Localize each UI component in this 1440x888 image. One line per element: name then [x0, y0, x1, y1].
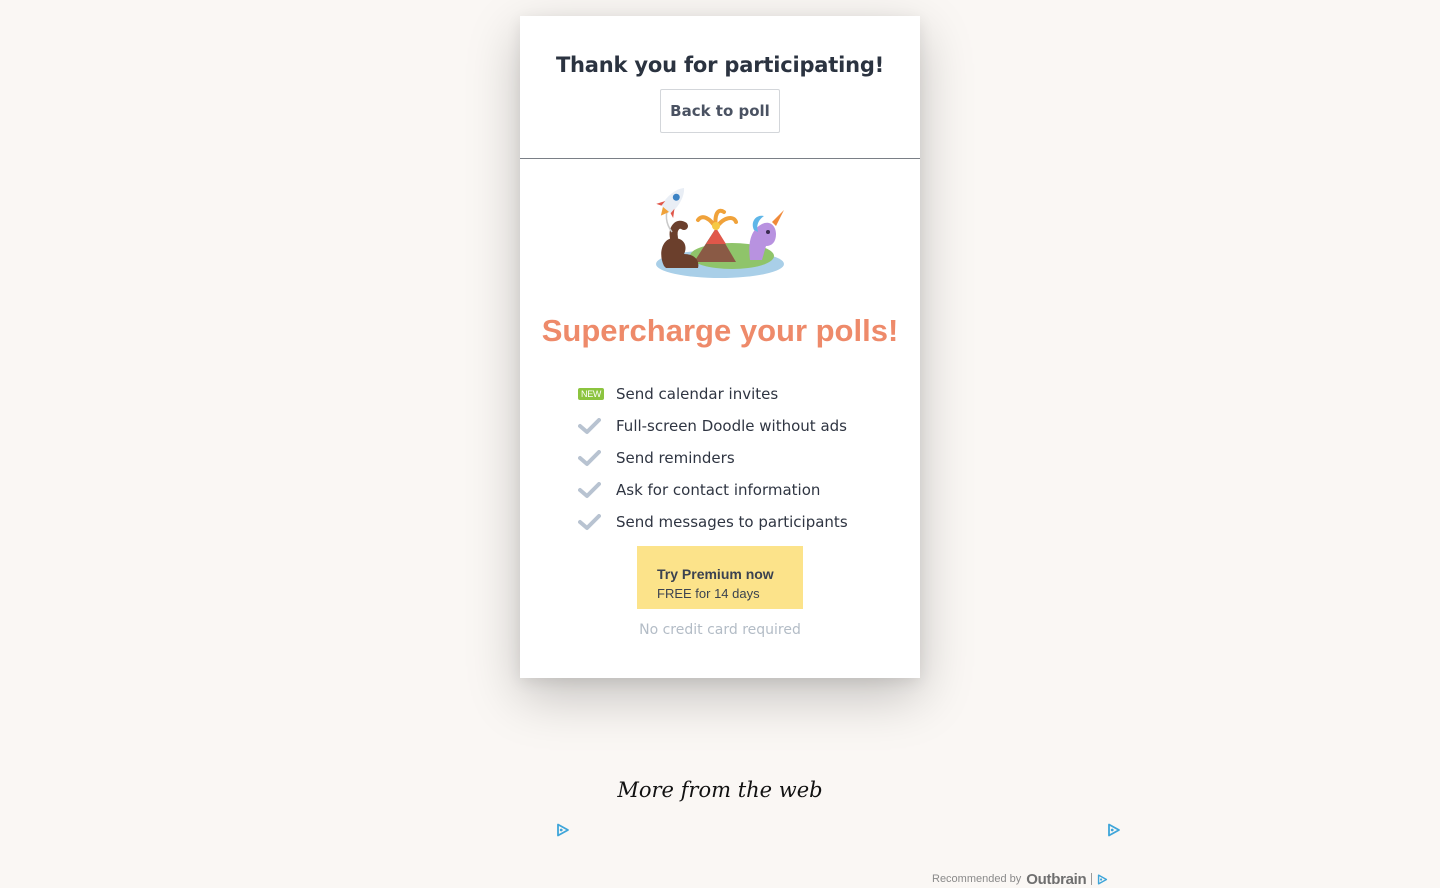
adchoices-icon[interactable]	[1107, 823, 1121, 837]
feature-item: Ask for contact information	[578, 474, 848, 506]
feature-label: Send reminders	[616, 449, 735, 467]
outbrain-logo: Outbrain	[1026, 870, 1087, 888]
thank-you-heading: Thank you for participating!	[555, 53, 885, 77]
promo-headline: Supercharge your polls!	[541, 313, 899, 348]
recommended-by-label: Recommended by	[932, 873, 1022, 885]
thank-you-card: Thank you for participating! Back to pol…	[520, 16, 920, 678]
feature-item: Send reminders	[578, 442, 848, 474]
confirmation-section: Thank you for participating! Back to pol…	[520, 16, 920, 159]
feature-label: Ask for contact information	[616, 481, 821, 499]
premium-illustration	[656, 188, 784, 278]
no-credit-card-note: No credit card required	[639, 622, 801, 638]
feature-label: Send calendar invites	[616, 385, 779, 403]
feature-label: Full-screen Doodle without ads	[616, 417, 847, 435]
check-icon	[578, 481, 616, 499]
adchoices-icon[interactable]	[1097, 873, 1108, 885]
premium-button-subtitle: FREE for 14 days	[657, 586, 760, 601]
outbrain-attribution[interactable]: Recommended by Outbrain	[932, 870, 1108, 888]
feature-item: NEW Send calendar invites	[578, 378, 848, 410]
more-from-web-heading: More from the web	[617, 778, 823, 802]
check-icon	[578, 449, 616, 467]
back-to-poll-button[interactable]: Back to poll	[660, 89, 780, 133]
try-premium-button[interactable]: Try Premium now FREE for 14 days	[637, 546, 803, 609]
feature-item: Full-screen Doodle without ads	[578, 410, 848, 442]
check-icon	[578, 417, 616, 435]
feature-list: NEW Send calendar invites Full-screen Do…	[578, 378, 848, 538]
premium-button-title: Try Premium now	[657, 566, 774, 582]
adchoices-icon[interactable]	[556, 823, 570, 837]
check-icon	[578, 513, 616, 531]
new-badge: NEW	[578, 388, 605, 400]
feature-item: Send messages to participants	[578, 506, 848, 538]
feature-label: Send messages to participants	[616, 513, 848, 531]
separator	[1091, 873, 1093, 885]
